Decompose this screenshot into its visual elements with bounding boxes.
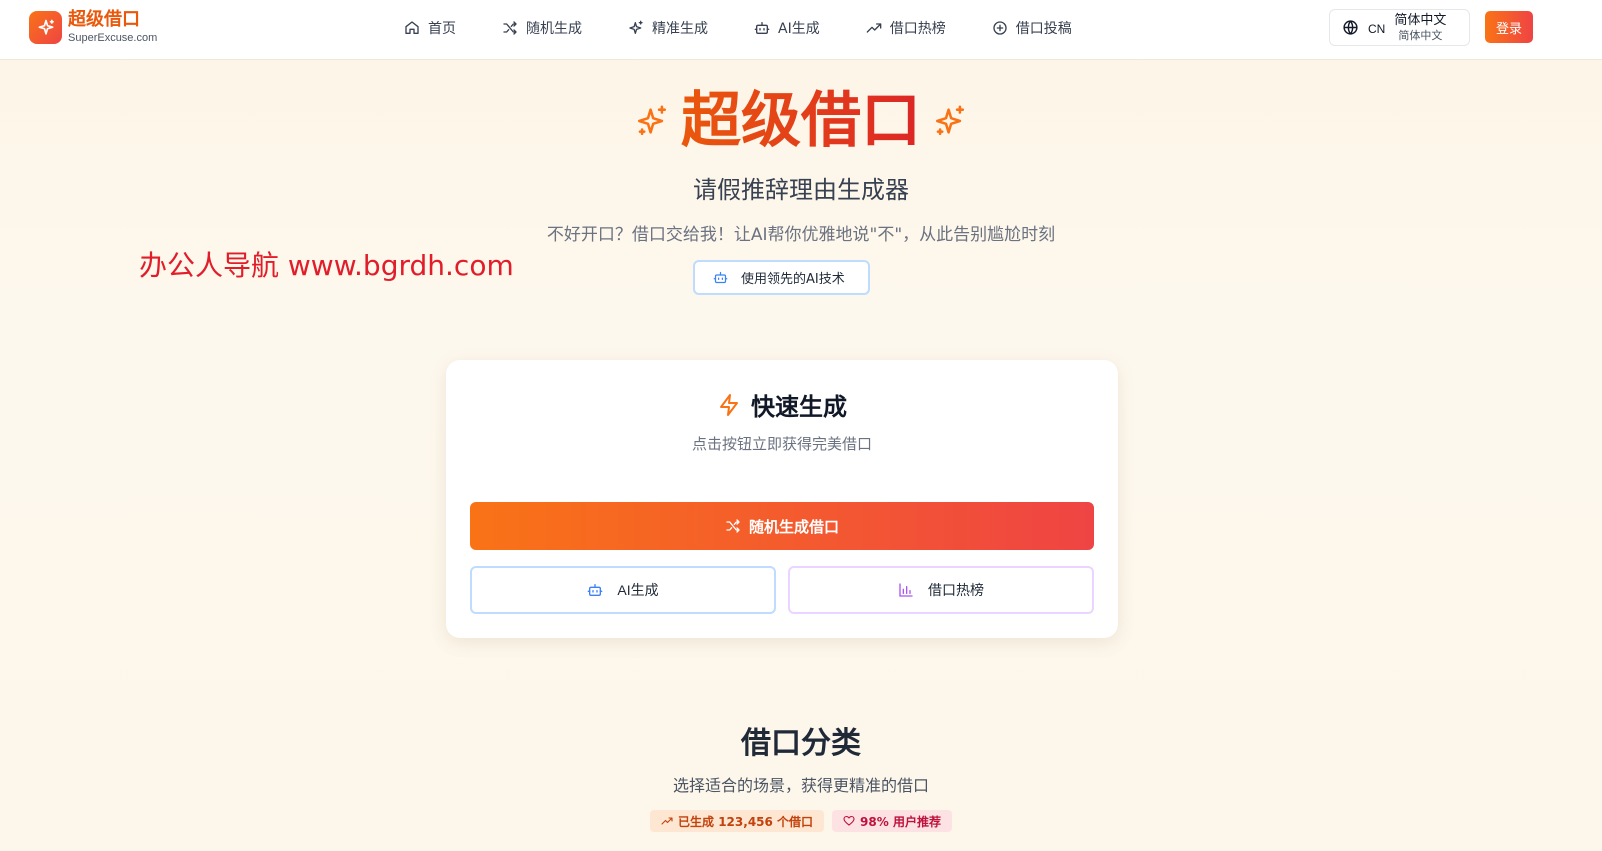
hot-list-button[interactable]: 借口热榜	[788, 566, 1094, 614]
shuffle-icon	[503, 21, 517, 35]
shuffle-icon	[726, 519, 740, 533]
ai-generate-label: AI生成	[617, 582, 659, 598]
main-nav: 首页 随机生成 精准生成 AI生成 借口热榜 借口投稿	[404, 0, 1118, 56]
stats-row: 已生成 123,456 个借口 98% 用户推荐	[0, 810, 1602, 832]
hero-description: 不好开口？借口交给我！让AI帮你优雅地说"不"，从此告别尴尬时刻	[546, 225, 1056, 245]
nav-label: 随机生成	[526, 21, 582, 37]
logo-subtitle: SuperExcuse.com	[68, 32, 158, 44]
card-description: 点击按钮立即获得完美借口	[691, 435, 872, 453]
random-generate-button[interactable]: 随机生成借口	[470, 502, 1094, 550]
language-current: 简体中文	[1394, 13, 1447, 29]
random-generate-label: 随机生成借口	[748, 518, 839, 536]
globe-icon	[1343, 20, 1358, 35]
language-selector[interactable]: CN 简体中文 简体中文	[1329, 9, 1470, 46]
bot-icon	[713, 271, 728, 284]
nav-label: 首页	[428, 21, 456, 37]
generated-count-badge: 已生成 123,456 个借口	[650, 810, 825, 832]
logo-title: 超级借口	[68, 9, 140, 30]
zap-icon	[720, 393, 738, 416]
nav-label: 借口投稿	[1015, 21, 1072, 37]
sparkles-logo-icon	[29, 11, 62, 44]
generated-count-label: 已生成 123,456 个借口	[678, 814, 814, 829]
card-title: 快速生成	[751, 393, 847, 421]
nav-label: 借口热榜	[889, 21, 946, 37]
nav-item-home[interactable]: 首页	[404, 18, 456, 38]
bot-icon	[588, 584, 603, 596]
watermark-text: 办公人导航 www.bgrdh.com	[139, 249, 514, 282]
ai-generate-button[interactable]: AI生成	[470, 566, 776, 614]
categories-title: 借口分类	[741, 726, 861, 761]
language-code: CN	[1368, 22, 1386, 36]
plus-circle-icon	[993, 21, 1007, 35]
nav-item-random[interactable]: 随机生成	[502, 18, 582, 38]
top-header: 超级借口 SuperExcuse.com 首页 随机生成 精准生成 AI生成 借…	[0, 0, 1602, 60]
nav-item-submit[interactable]: 借口投稿	[992, 18, 1072, 38]
heart-icon	[843, 815, 855, 826]
home-icon	[405, 21, 419, 34]
logo[interactable]: 超级借口 SuperExcuse.com	[29, 11, 157, 44]
recommend-badge: 98% 用户推荐	[832, 810, 952, 832]
nav-item-precise[interactable]: 精准生成	[628, 18, 708, 38]
categories-description: 选择适合的场景，获得更精准的借口	[672, 776, 929, 795]
sparkle-left-icon	[637, 105, 667, 136]
hero-subtitle: 请假推辞理由生成器	[693, 176, 909, 204]
language-native: 简体中文	[1398, 28, 1443, 42]
nav-label: AI生成	[778, 21, 820, 37]
hot-list-label: 借口热榜	[928, 582, 984, 598]
quick-generate-card: 快速生成 点击按钮立即获得完美借口 随机生成借口 AI生成 借口热榜	[446, 360, 1118, 638]
login-button[interactable]: 登录	[1485, 11, 1533, 43]
sparkles-icon	[629, 20, 643, 34]
hero-title-row: 超级借口	[0, 88, 1602, 154]
sparkle-right-icon	[935, 105, 965, 136]
trending-up-icon	[866, 23, 882, 33]
bar-chart-icon	[899, 583, 913, 597]
hero-title: 超级借口	[681, 86, 921, 156]
nav-label: 精准生成	[652, 21, 708, 37]
ai-badge-label: 使用领先的AI技术	[741, 272, 845, 287]
trending-up-icon	[661, 817, 673, 825]
nav-item-ai[interactable]: AI生成	[754, 18, 820, 38]
nav-item-hot[interactable]: 借口热榜	[866, 18, 946, 38]
recommend-label: 98% 用户推荐	[860, 814, 941, 829]
ai-tech-badge: 使用领先的AI技术	[693, 260, 870, 295]
bot-icon	[754, 22, 770, 34]
